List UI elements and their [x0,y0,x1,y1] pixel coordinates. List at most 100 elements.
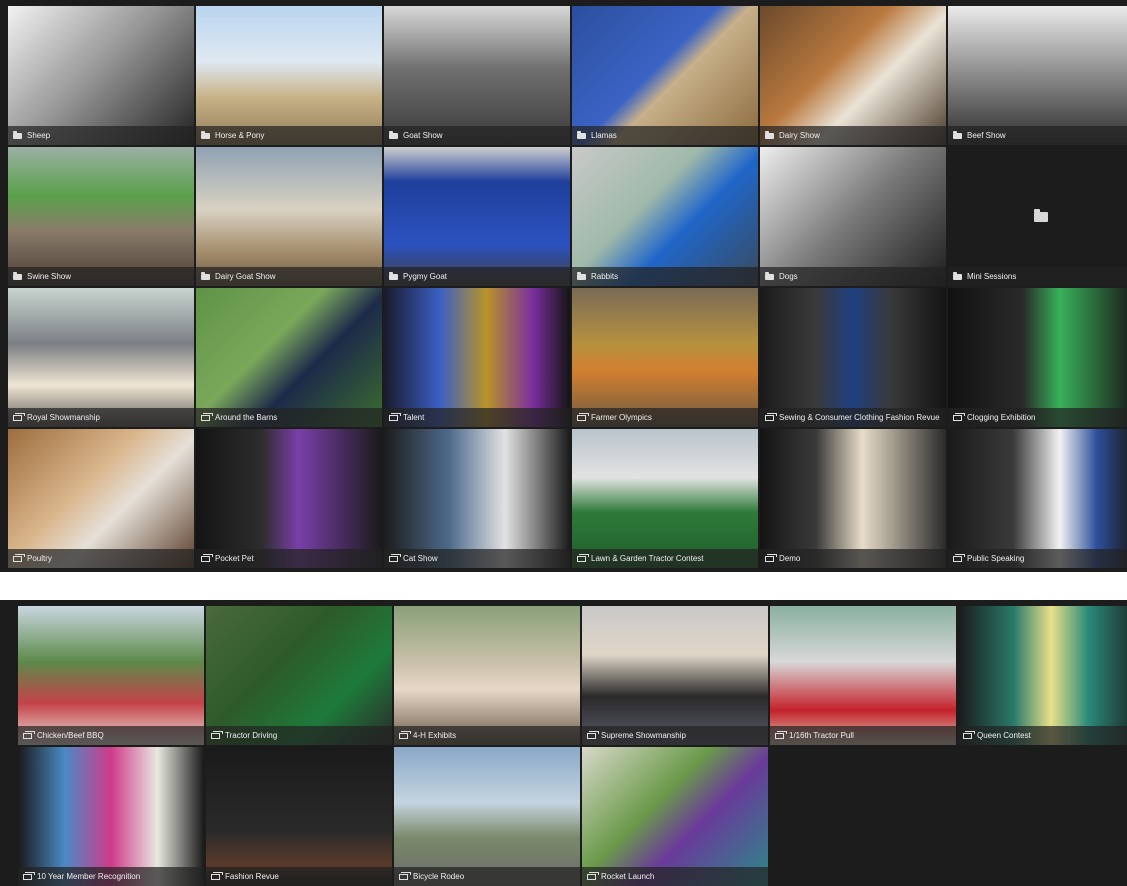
album-tile[interactable]: Farmer Olympics [572,288,758,427]
album-title: Fashion Revue [225,872,279,881]
album-caption-bar: Public Speaking [948,549,1127,568]
album-tile[interactable]: Llamas [572,6,758,145]
album-title: Pocket Pet [215,554,254,563]
album-caption-bar: Pocket Pet [196,549,382,568]
album-tile[interactable]: Horse & Pony [196,6,382,145]
album-tile[interactable]: Pygmy Goat [384,147,570,286]
album-tile[interactable]: Fashion Revue [206,747,392,886]
album-thumbnail [572,429,758,568]
gallery-icon [399,730,411,739]
folder-icon [389,271,398,280]
album-caption-bar: Beef Show [948,126,1127,145]
album-caption-bar: Demo [760,549,946,568]
album-thumbnail [196,429,382,568]
album-tile[interactable]: Sheep [8,6,194,145]
album-tile[interactable]: Bicycle Rodeo [394,747,580,886]
folder-icon [201,271,210,280]
album-title: Royal Showmanship [27,413,100,422]
album-tile[interactable]: Rabbits [572,147,758,286]
album-tile[interactable]: Queen Contest [958,606,1127,745]
album-thumbnail [384,6,570,145]
album-title: Goat Show [403,131,443,140]
album-tile[interactable]: Cat Show [384,429,570,568]
album-thumbnail [206,606,392,745]
album-title: Farmer Olympics [591,413,652,422]
folder-icon [577,130,586,139]
gallery-icon [389,553,401,562]
album-title: Chicken/Beef BBQ [37,731,104,740]
album-tile[interactable]: Chicken/Beef BBQ [18,606,204,745]
album-tile[interactable]: Sewing & Consumer Clothing Fashion Revue [760,288,946,427]
album-tile[interactable]: 4-H Exhibits [394,606,580,745]
gallery-icon [953,553,965,562]
album-thumbnail [958,606,1127,745]
album-caption-bar: Royal Showmanship [8,408,194,427]
folder-icon [13,130,22,139]
album-thumbnail [394,606,580,745]
folder-icon [577,271,586,280]
album-tile[interactable]: Supreme Showmanship [582,606,768,745]
album-tile[interactable]: Royal Showmanship [8,288,194,427]
album-title: Dairy Show [779,131,820,140]
album-tile[interactable]: Mini Sessions [948,147,1127,286]
album-title: Lawn & Garden Tractor Contest [591,554,704,563]
album-thumbnail [948,6,1127,145]
album-title: Horse & Pony [215,131,265,140]
album-caption-bar: Bicycle Rodeo [394,867,580,886]
gallery-icon [211,730,223,739]
album-tile[interactable]: Dogs [760,147,946,286]
album-tile[interactable]: Around the Barns [196,288,382,427]
album-tile[interactable]: Lawn & Garden Tractor Contest [572,429,758,568]
album-thumbnail [760,6,946,145]
album-caption-bar: Llamas [572,126,758,145]
album-caption-bar: Horse & Pony [196,126,382,145]
album-caption-bar: 10 Year Member Recognition [18,867,204,886]
album-tile[interactable]: Talent [384,288,570,427]
album-title: Clogging Exhibition [967,413,1036,422]
album-caption-bar: Clogging Exhibition [948,408,1127,427]
album-tile[interactable]: Pocket Pet [196,429,382,568]
album-caption-bar: Lawn & Garden Tractor Contest [572,549,758,568]
album-title: Llamas [591,131,617,140]
album-title: Rocket Launch [601,872,655,881]
album-caption-bar: Poultry [8,549,194,568]
album-caption-bar: Mini Sessions [948,267,1127,286]
album-thumbnail [572,6,758,145]
album-thumbnail [582,747,768,886]
album-thumbnail [206,747,392,886]
folder-icon [953,130,962,139]
album-tile[interactable]: 1/16th Tractor Pull [770,606,956,745]
album-tile[interactable]: Dairy Show [760,6,946,145]
gallery-icon [201,553,213,562]
album-tile[interactable]: Poultry [8,429,194,568]
album-tile[interactable]: Dairy Goat Show [196,147,382,286]
album-tile[interactable]: Tractor Driving [206,606,392,745]
album-title: 1/16th Tractor Pull [789,731,854,740]
album-title: Sheep [27,131,51,140]
album-title: Cat Show [403,554,438,563]
album-tile[interactable]: Rocket Launch [582,747,768,886]
folder-icon [765,271,774,280]
gallery-icon [23,730,35,739]
gallery-icon [577,412,589,421]
album-caption-bar: Dogs [760,267,946,286]
album-tile[interactable]: Demo [760,429,946,568]
album-thumbnail [18,606,204,745]
gallery-icon [775,730,787,739]
album-tile[interactable]: Goat Show [384,6,570,145]
gallery-icon [211,871,223,880]
album-thumbnail [760,429,946,568]
album-tile[interactable]: Beef Show [948,6,1127,145]
album-caption-bar: Goat Show [384,126,570,145]
album-thumbnail [572,147,758,286]
album-tile[interactable]: Swine Show [8,147,194,286]
album-tile[interactable]: Clogging Exhibition [948,288,1127,427]
gallery-icon [587,871,599,880]
album-tile[interactable]: 10 Year Member Recognition [18,747,204,886]
album-caption-bar: Pygmy Goat [384,267,570,286]
gallery-icon [765,412,777,421]
album-tile[interactable]: Public Speaking [948,429,1127,568]
gallery-icon [389,412,401,421]
gallery-icon [399,871,411,880]
album-title: Mini Sessions [967,272,1017,281]
